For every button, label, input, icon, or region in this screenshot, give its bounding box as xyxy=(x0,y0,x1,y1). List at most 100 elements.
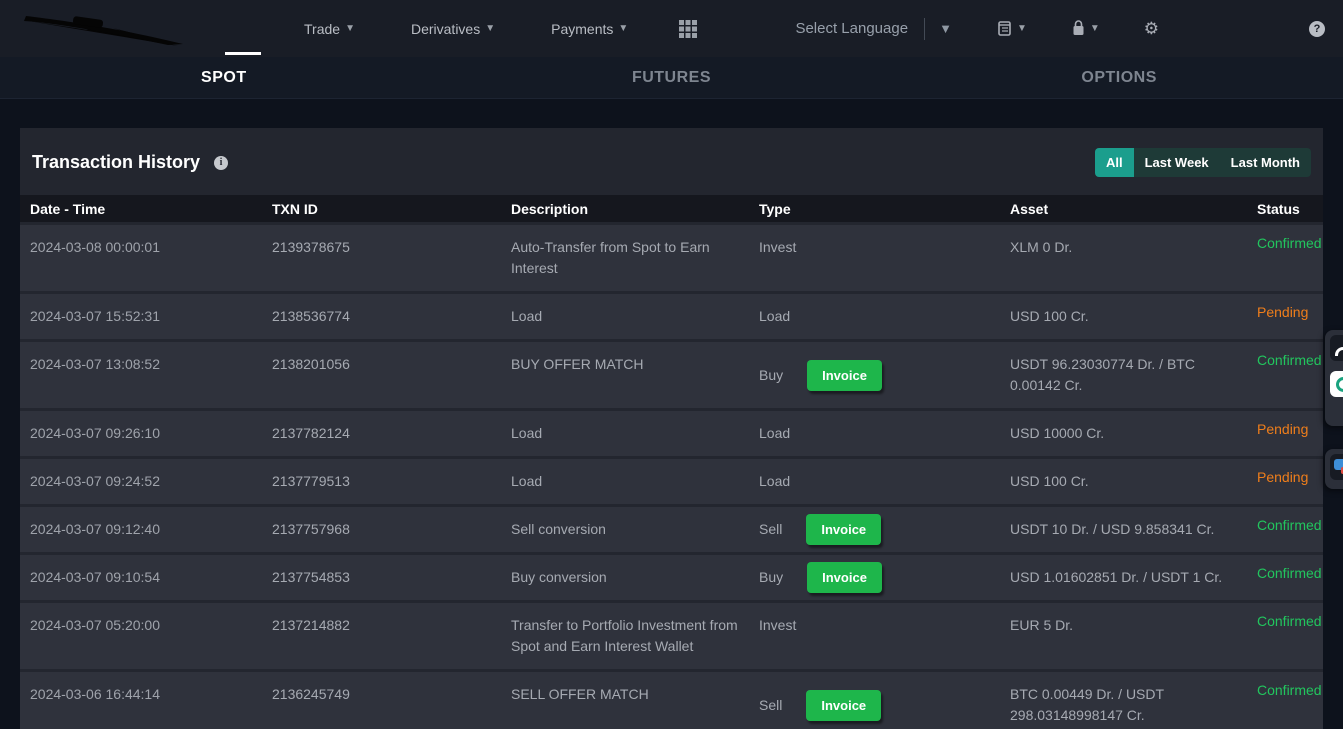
table-row: 2024-03-07 09:10:54 2137754853 Buy conve… xyxy=(20,555,1323,603)
table-row: 2024-03-07 05:20:00 2137214882 Transfer … xyxy=(20,603,1323,672)
cell-asset: USD 1.01602851 Dr. / USDT 1 Cr. xyxy=(1000,555,1247,600)
orders-book-icon[interactable]: ▼ xyxy=(996,20,1027,37)
table-row: 2024-03-06 16:44:14 2136245749 SELL OFFE… xyxy=(20,672,1323,729)
cell-asset: USDT 96.23030774 Dr. / BTC 0.00142 Cr. xyxy=(1000,342,1247,408)
cell-description: Sell conversion xyxy=(501,507,749,552)
active-nav-indicator xyxy=(225,52,261,55)
cell-date: 2024-03-06 16:44:14 xyxy=(20,672,262,729)
col-header-status: Status xyxy=(1247,201,1323,217)
invoice-button[interactable]: Invoice xyxy=(807,562,882,593)
col-header-type: Type xyxy=(749,201,1000,217)
apps-grid-icon[interactable] xyxy=(678,19,698,39)
chevron-down-icon: ▼ xyxy=(485,23,495,34)
page-title: Transaction History xyxy=(32,152,200,173)
cell-description: Auto-Transfer from Spot to Earn Interest xyxy=(501,225,749,291)
type-label: Load xyxy=(759,423,790,444)
transaction-history-panel: Transaction History i All Last Week Last… xyxy=(20,128,1323,729)
cell-description: Load xyxy=(501,411,749,456)
table-row: 2024-03-07 09:24:52 2137779513 Load Load… xyxy=(20,459,1323,507)
date-filter-group: All Last Week Last Month xyxy=(1095,148,1311,177)
help-icon[interactable]: ? xyxy=(1309,21,1325,37)
status-text: Confirmed xyxy=(1247,225,1323,291)
nav-menu-derivatives-label: Derivatives xyxy=(411,21,480,37)
nav-menu-payments-label: Payments xyxy=(551,21,613,37)
type-label: Sell xyxy=(759,695,782,716)
col-header-description: Description xyxy=(501,201,749,217)
cell-date: 2024-03-07 05:20:00 xyxy=(20,603,262,669)
nav-menu-trade[interactable]: Trade ▼ xyxy=(304,21,355,37)
extension-arc-icon[interactable] xyxy=(1330,335,1343,361)
cell-asset: XLM 0 Dr. xyxy=(1000,225,1247,291)
cell-date: 2024-03-08 00:00:01 xyxy=(20,225,262,291)
cell-txn-id: 2137214882 xyxy=(262,603,501,669)
cell-type: Load xyxy=(749,459,1000,504)
cell-type: Load xyxy=(749,294,1000,339)
info-icon[interactable]: i xyxy=(214,156,228,170)
tab-options[interactable]: OPTIONS xyxy=(895,69,1343,87)
floating-extension-dock xyxy=(1325,330,1343,426)
status-text: Pending xyxy=(1247,411,1323,456)
col-header-date: Date - Time xyxy=(20,201,262,217)
panel-header: Transaction History i All Last Week Last… xyxy=(20,128,1323,191)
table-row: 2024-03-07 13:08:52 2138201056 BUY OFFER… xyxy=(20,342,1323,411)
status-text: Confirmed xyxy=(1247,603,1323,669)
tab-spot[interactable]: SPOT xyxy=(0,69,448,87)
transaction-table: Date - Time TXN ID Description Type Asse… xyxy=(20,195,1323,729)
invoice-button[interactable]: Invoice xyxy=(806,690,881,721)
sider-icon[interactable] xyxy=(1330,454,1343,480)
cell-txn-id: 2137782124 xyxy=(262,411,501,456)
cell-date: 2024-03-07 09:12:40 xyxy=(20,507,262,552)
type-label: Buy xyxy=(759,567,783,588)
cell-asset: USD 10000 Cr. xyxy=(1000,411,1247,456)
cell-description: Transfer to Portfolio Investment from Sp… xyxy=(501,603,749,669)
status-text: Confirmed xyxy=(1247,672,1323,729)
floating-extension-dock-2 xyxy=(1325,449,1343,489)
logo[interactable] xyxy=(18,6,218,51)
cell-type: Invest xyxy=(749,603,1000,669)
filter-last-month-button[interactable]: Last Month xyxy=(1220,148,1311,177)
type-label: Invest xyxy=(759,237,796,258)
cell-type: Buy Invoice xyxy=(749,342,1000,408)
cell-date: 2024-03-07 13:08:52 xyxy=(20,342,262,408)
type-label: Load xyxy=(759,306,790,327)
nav-menu-payments[interactable]: Payments ▼ xyxy=(551,21,628,37)
status-text: Confirmed xyxy=(1247,507,1323,552)
settings-gear-icon[interactable]: ⚙ xyxy=(1144,19,1159,39)
wallet-lock-icon[interactable]: ▼ xyxy=(1071,20,1100,37)
invoice-button[interactable]: Invoice xyxy=(807,360,882,391)
market-tabs: SPOT FUTURES OPTIONS xyxy=(0,57,1343,99)
cell-description: Load xyxy=(501,294,749,339)
status-text: Confirmed xyxy=(1247,342,1323,408)
invoice-button[interactable]: Invoice xyxy=(806,514,881,545)
chevron-down-icon: ▼ xyxy=(1090,23,1100,34)
cell-asset: EUR 5 Dr. xyxy=(1000,603,1247,669)
cell-txn-id: 2136245749 xyxy=(262,672,501,729)
cell-txn-id: 2137779513 xyxy=(262,459,501,504)
divider xyxy=(924,18,925,40)
cell-date: 2024-03-07 15:52:31 xyxy=(20,294,262,339)
cell-asset: BTC 0.00449 Dr. / USDT 298.03148998147 C… xyxy=(1000,672,1247,729)
type-label: Load xyxy=(759,471,790,492)
navbar-right: Select Language ▼ ▼ ▼ ⚙ ? xyxy=(795,18,1325,40)
cell-txn-id: 2138536774 xyxy=(262,294,501,339)
cell-type: Load xyxy=(749,411,1000,456)
filter-last-week-button[interactable]: Last Week xyxy=(1134,148,1220,177)
status-text: Pending xyxy=(1247,294,1323,339)
tab-futures[interactable]: FUTURES xyxy=(448,69,896,87)
cell-description: SELL OFFER MATCH xyxy=(501,672,749,729)
table-row: 2024-03-07 09:12:40 2137757968 Sell conv… xyxy=(20,507,1323,555)
nav-menu-derivatives[interactable]: Derivatives ▼ xyxy=(411,21,495,37)
cell-date: 2024-03-07 09:24:52 xyxy=(20,459,262,504)
cell-description: Buy conversion xyxy=(501,555,749,600)
chevron-down-icon: ▼ xyxy=(345,23,355,34)
chevron-down-icon: ▼ xyxy=(1017,23,1027,34)
cell-type: Invest xyxy=(749,225,1000,291)
type-label: Sell xyxy=(759,519,782,540)
cell-date: 2024-03-07 09:26:10 xyxy=(20,411,262,456)
cell-type: Sell Invoice xyxy=(749,507,1000,552)
nav-menu-trade-label: Trade xyxy=(304,21,340,37)
language-dropdown-icon[interactable]: ▼ xyxy=(939,21,952,36)
filter-all-button[interactable]: All xyxy=(1095,148,1134,177)
chatgpt-icon[interactable] xyxy=(1330,371,1343,397)
table-body: 2024-03-08 00:00:01 2139378675 Auto-Tran… xyxy=(20,225,1323,729)
